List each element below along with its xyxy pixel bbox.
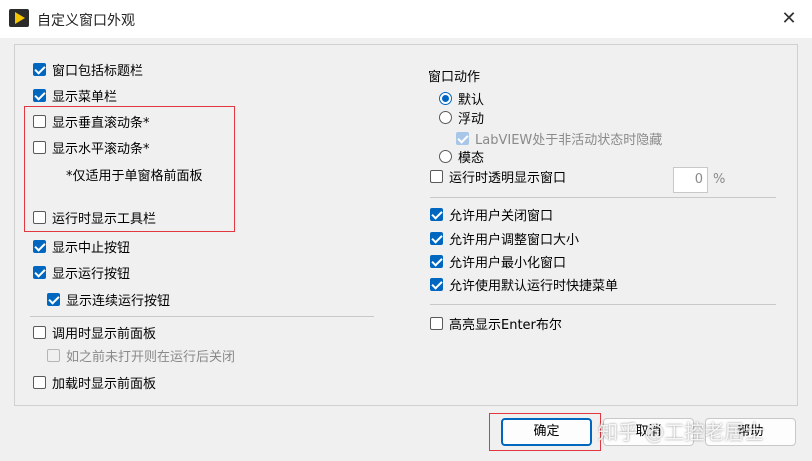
checkbox-window-has-title-bar[interactable]: 窗口包括标题栏 xyxy=(33,59,143,79)
window-action-label: 窗口动作 xyxy=(428,69,481,85)
window-title: 自定义窗口外观 xyxy=(37,13,135,29)
radio-icon[interactable] xyxy=(439,149,452,163)
checkbox-allow-default-runtime-shortcut-menu[interactable]: 允许使用默认运行时快捷菜单 xyxy=(430,274,618,294)
percent-unit: % xyxy=(713,172,726,187)
checkbox-icon[interactable] xyxy=(33,375,46,389)
checkbox-show-abort-button[interactable]: 显示中止按钮 xyxy=(33,236,130,256)
checkbox-icon[interactable] xyxy=(430,207,443,221)
radio-icon[interactable] xyxy=(439,110,452,124)
checkbox-show-front-panel-when-loaded[interactable]: 加载时显示前面板 xyxy=(33,372,156,392)
checkbox-icon[interactable] xyxy=(430,316,443,330)
checkbox-show-run-button[interactable]: 显示运行按钮 xyxy=(33,262,130,282)
radio-modal[interactable]: 模态 xyxy=(439,146,484,166)
labview-app-icon xyxy=(9,9,29,27)
cancel-button[interactable]: 取消 xyxy=(603,418,694,446)
help-button[interactable]: 帮助 xyxy=(705,418,796,446)
radio-default[interactable]: 默认 xyxy=(439,88,484,108)
checkbox-transparent-when-running[interactable]: 运行时透明显示窗口 xyxy=(430,166,566,186)
radio-floating[interactable]: 浮动 xyxy=(439,107,484,127)
checkbox-icon[interactable] xyxy=(33,325,46,339)
checkbox-allow-minimize-window[interactable]: 允许用户最小化窗口 xyxy=(430,251,566,271)
checkbox-allow-close-window[interactable]: 允许用户关闭窗口 xyxy=(430,204,553,224)
checkbox-icon xyxy=(47,348,60,362)
highlight-box-ok xyxy=(489,413,601,451)
checkbox-allow-resize-window[interactable]: 允许用户调整窗口大小 xyxy=(430,228,579,248)
checkbox-close-afterwards-if-originally-closed: 如之前未打开则在运行后关闭 xyxy=(47,345,235,365)
divider xyxy=(430,197,776,198)
checkbox-icon[interactable] xyxy=(430,277,443,291)
checkbox-show-front-panel-when-called[interactable]: 调用时显示前面板 xyxy=(33,322,156,342)
checkbox-icon[interactable] xyxy=(33,88,46,102)
checkbox-show-run-continuously-button[interactable]: 显示连续运行按钮 xyxy=(47,289,170,309)
checkbox-hide-when-labview-inactive: LabVIEW处于非活动状态时隐藏 xyxy=(456,128,662,148)
radio-icon[interactable] xyxy=(439,91,452,105)
checkbox-icon[interactable] xyxy=(430,169,443,183)
checkbox-icon[interactable] xyxy=(430,231,443,245)
divider xyxy=(430,304,776,305)
highlight-box-left xyxy=(24,106,235,232)
title-bar: 自定义窗口外观 ✕ xyxy=(0,0,812,38)
checkbox-icon[interactable] xyxy=(33,239,46,253)
checkbox-icon[interactable] xyxy=(33,62,46,76)
checkbox-highlight-enter-boolean[interactable]: 高亮显示Enter布尔 xyxy=(430,313,562,333)
checkbox-icon xyxy=(456,131,469,145)
checkbox-icon[interactable] xyxy=(33,265,46,279)
checkbox-show-menu-bar[interactable]: 显示菜单栏 xyxy=(33,85,117,105)
checkbox-icon[interactable] xyxy=(430,254,443,268)
checkbox-icon[interactable] xyxy=(47,292,60,306)
close-icon[interactable]: ✕ xyxy=(772,6,806,32)
divider xyxy=(30,316,374,317)
transparency-input: 0 xyxy=(673,167,708,193)
